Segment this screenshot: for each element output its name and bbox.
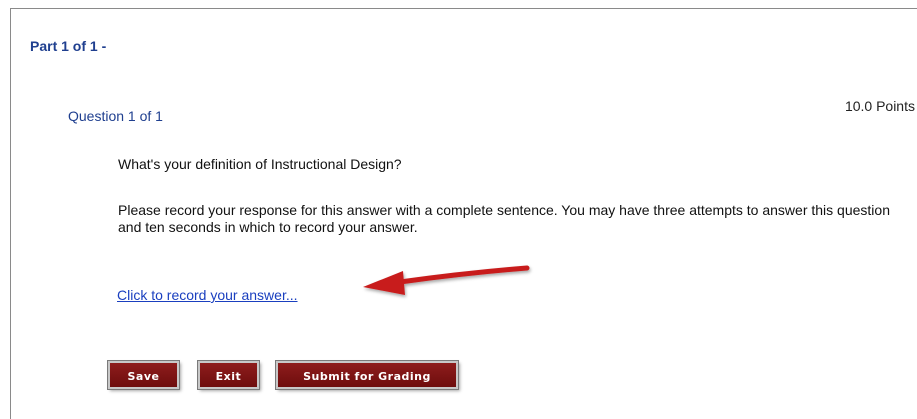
points-label: 10.0 Points — [844, 98, 915, 114]
part-title: Part 1 of 1 - — [30, 38, 107, 54]
question-instructions: Please record your response for this ans… — [118, 202, 890, 235]
red-arrow-icon — [363, 265, 530, 295]
record-answer-link[interactable]: Click to record your answer... — [117, 287, 298, 303]
submit-for-grading-button[interactable]: Submit for Grading — [276, 361, 458, 389]
save-button[interactable]: Save — [108, 361, 179, 389]
exit-button[interactable]: Exit — [198, 361, 259, 389]
question-number-label: Question 1 of 1 — [68, 108, 163, 124]
question-text: What's your definition of Instructional … — [118, 156, 402, 172]
